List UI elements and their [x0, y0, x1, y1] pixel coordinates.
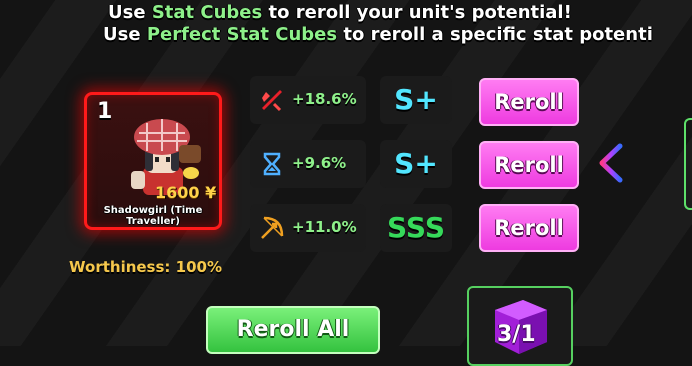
stat-cubes-highlight: Stat Cubes: [151, 2, 263, 23]
stat-row-damage: +18.6%: [250, 76, 366, 124]
stat-row-range: +11.0%: [250, 204, 366, 252]
perfect-stat-cubes-highlight: Perfect Stat Cubes: [146, 24, 338, 45]
stat-row-cooldown: +9.6%: [250, 140, 366, 188]
reroll-button-range[interactable]: Reroll: [479, 204, 579, 252]
damage-icon: [262, 90, 282, 112]
unit-name: Shadowgirl (Time Traveller): [103, 205, 203, 227]
reroll-button-damage[interactable]: Reroll: [479, 78, 579, 126]
instruction-line-2: Use Perfect Stat Cubes to reroll a speci…: [103, 24, 653, 45]
reroll-all-button[interactable]: Reroll All: [206, 306, 380, 354]
stat-value: +11.0%: [292, 218, 357, 236]
stat-cube-slot[interactable]: 3/1: [467, 286, 573, 366]
instruction-line-1: Use Stat Cubes to reroll your unit's pot…: [108, 2, 572, 23]
unit-price: 1600 ¥: [155, 183, 217, 202]
stat-value: +9.6%: [292, 154, 347, 172]
unit-level: 1: [97, 99, 113, 124]
stat-grade: S+: [380, 140, 452, 188]
cube-count: 3/1: [497, 322, 536, 347]
range-bow-icon: [261, 216, 284, 239]
side-panel-edge: [684, 118, 692, 210]
hourglass-icon: [263, 152, 281, 176]
reroll-button-cooldown[interactable]: Reroll: [479, 141, 579, 189]
worthiness-label: Worthiness: 100%: [69, 258, 222, 276]
stat-value: +18.6%: [292, 90, 357, 108]
arrow-left-icon: [599, 143, 671, 183]
stat-grade: SSS: [380, 204, 452, 252]
unit-card[interactable]: 1 1600 ¥ Shadowgirl (Time Traveller): [84, 92, 222, 230]
stat-grade: S+: [380, 76, 452, 124]
